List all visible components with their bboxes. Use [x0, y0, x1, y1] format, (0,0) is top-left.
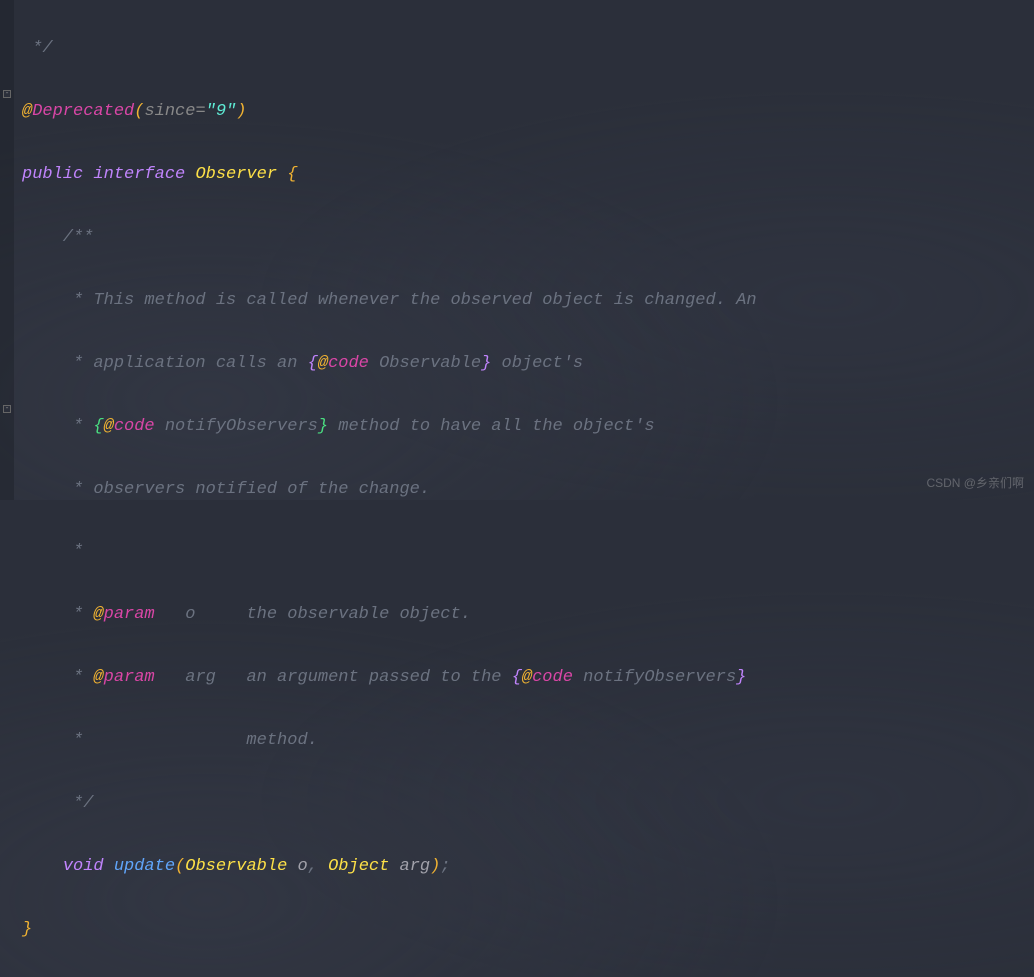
paren-open: (	[134, 102, 144, 121]
brace-close: }	[22, 920, 32, 939]
editor-gutter: - -	[0, 0, 14, 500]
javadoc-line: object's	[491, 354, 583, 373]
fold-icon[interactable]: -	[3, 90, 11, 98]
javadoc-close: */	[22, 794, 93, 813]
type-observable: Observable	[185, 857, 287, 876]
keyword-void: void	[63, 857, 104, 876]
javadoc-code-tag: code	[114, 417, 155, 436]
type-observer: Observer	[195, 165, 277, 184]
javadoc-line: * observers notified of the change.	[22, 480, 430, 499]
paren-close: )	[236, 102, 246, 121]
at-sign: @	[93, 605, 103, 624]
brace-close: }	[318, 417, 328, 436]
comment-close: */	[22, 39, 53, 58]
at-sign: @	[104, 417, 114, 436]
brace-close: }	[736, 668, 746, 687]
javadoc-code-tag: code	[328, 354, 369, 373]
at-sign: @	[522, 668, 532, 687]
var-arg: arg	[389, 857, 430, 876]
fold-icon[interactable]: -	[3, 405, 11, 413]
code-text: notifyObservers	[155, 417, 318, 436]
javadoc-param-tag: param	[104, 668, 155, 687]
javadoc-line: * This method is called whenever the obs…	[22, 291, 757, 310]
comma: ,	[308, 857, 318, 876]
string-literal: "9"	[206, 102, 237, 121]
paren-open: (	[175, 857, 185, 876]
brace-open: {	[308, 354, 318, 373]
javadoc-line: * method.	[22, 731, 318, 750]
keyword-public: public	[22, 165, 83, 184]
javadoc-line: * application calls an	[22, 354, 308, 373]
brace-open: {	[93, 417, 103, 436]
code-editor[interactable]: */ @Deprecated(since="9") public interfa…	[0, 0, 1034, 977]
javadoc-line: *	[22, 605, 93, 624]
semicolon: ;	[440, 857, 450, 876]
equals: =	[195, 102, 205, 121]
code-text: Observable	[369, 354, 481, 373]
javadoc-line: *	[22, 542, 83, 561]
javadoc-line: *	[22, 417, 93, 436]
javadoc-line: arg an argument passed to the	[155, 668, 512, 687]
javadoc-code-tag: code	[532, 668, 573, 687]
at-sign: @	[318, 354, 328, 373]
annotation-name: Deprecated	[32, 102, 134, 121]
indent	[22, 857, 63, 876]
method-update: update	[114, 857, 175, 876]
brace-open: {	[512, 668, 522, 687]
at-sign: @	[22, 102, 32, 121]
javadoc-line: *	[22, 668, 93, 687]
var-o: o	[287, 857, 307, 876]
paren-close: )	[430, 857, 440, 876]
javadoc-line: method to have all the object's	[328, 417, 654, 436]
at-sign: @	[93, 668, 103, 687]
javadoc-line: o the observable object.	[155, 605, 471, 624]
javadoc-param-tag: param	[104, 605, 155, 624]
brace-open: {	[287, 165, 297, 184]
javadoc-open: /**	[22, 228, 93, 247]
brace-close: }	[481, 354, 491, 373]
param-since: since	[144, 102, 195, 121]
watermark: CSDN @乡亲们啊	[926, 472, 1024, 494]
code-text: notifyObservers	[573, 668, 736, 687]
type-object: Object	[318, 857, 389, 876]
keyword-interface: interface	[93, 165, 185, 184]
